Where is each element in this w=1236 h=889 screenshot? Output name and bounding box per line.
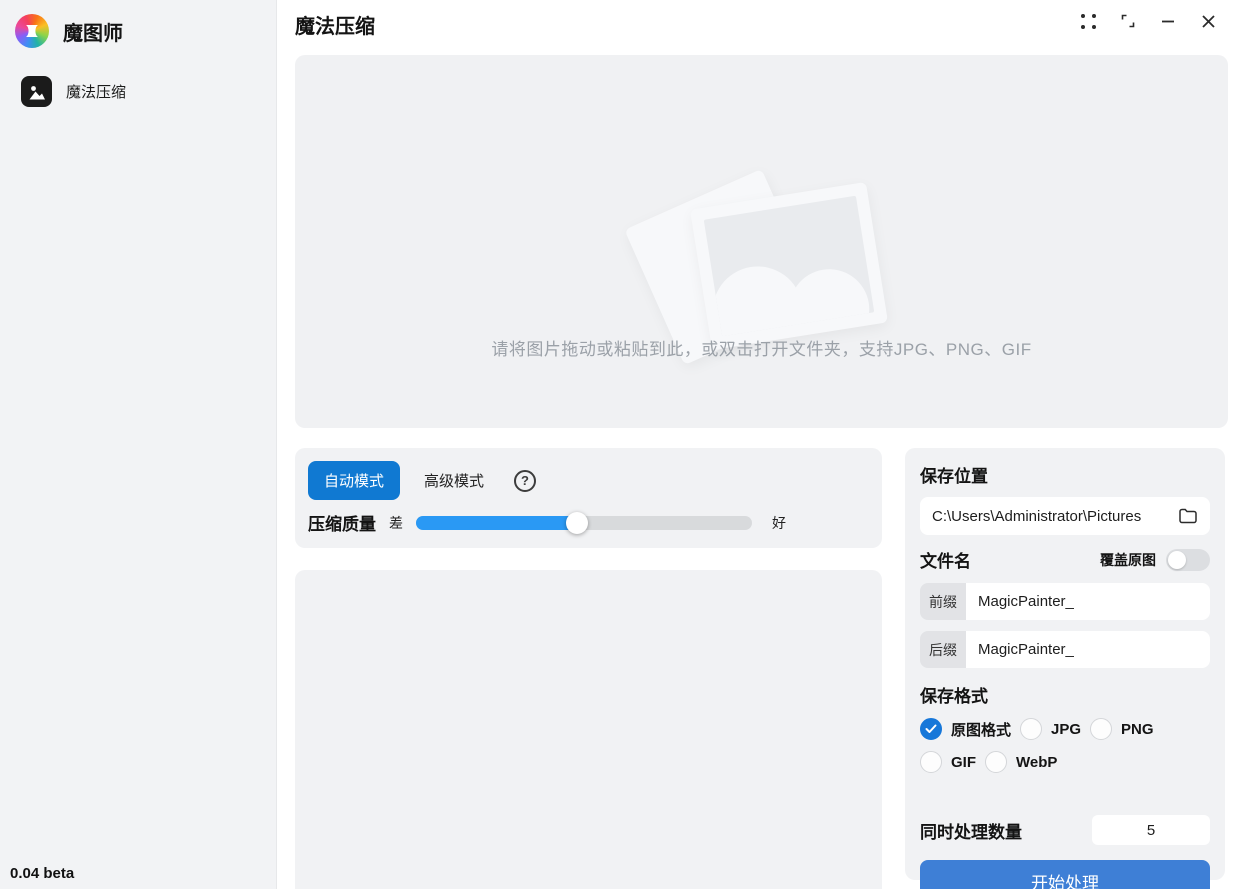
filename-heading: 文件名 xyxy=(920,547,971,572)
file-list-panel xyxy=(295,570,882,889)
save-settings-panel: 保存位置 C:\Users\Administrator\Pictures 文件名… xyxy=(905,448,1225,880)
sidebar-item-label: 魔法压缩 xyxy=(66,81,126,102)
minimize-icon[interactable] xyxy=(1148,6,1188,36)
close-icon[interactable] xyxy=(1188,6,1228,36)
concurrency-input[interactable] xyxy=(1092,815,1210,845)
quality-slider-fill xyxy=(416,516,577,530)
quality-slider-thumb[interactable] xyxy=(566,512,588,534)
maximize-icon[interactable] xyxy=(1108,6,1148,36)
save-location-input[interactable]: C:\Users\Administrator\Pictures xyxy=(920,497,1210,535)
suffix-input[interactable] xyxy=(966,631,1210,668)
sidebar-item-magic-compress[interactable]: 魔法压缩 xyxy=(21,76,266,107)
radio-icon xyxy=(1020,718,1042,740)
compression-settings-card: 自动模式 高级模式 ? 压缩质量 差 好 xyxy=(295,448,882,548)
image-icon xyxy=(21,76,52,107)
tab-advanced-mode[interactable]: 高级模式 xyxy=(408,461,500,500)
drag-dots-icon[interactable] xyxy=(1068,6,1108,36)
radio-icon xyxy=(1090,718,1112,740)
format-option-gif[interactable]: GIF xyxy=(920,751,976,773)
version-label: 0.04 beta xyxy=(10,865,74,882)
quality-slider[interactable] xyxy=(416,516,752,530)
save-location-value: C:\Users\Administrator\Pictures xyxy=(932,508,1178,525)
page-title: 魔法压缩 xyxy=(295,10,375,39)
dropzone-hint: 请将图片拖动或粘贴到此，或双击打开文件夹，支持JPG、PNG、GIF xyxy=(295,335,1228,360)
window-controls xyxy=(1068,6,1228,36)
prefix-field: 前缀 xyxy=(920,583,1210,620)
prefix-label: 前缀 xyxy=(920,583,966,620)
folder-icon xyxy=(1178,507,1198,525)
drag-dots-glyph xyxy=(1081,14,1096,29)
toggle-knob xyxy=(1168,551,1186,569)
quality-label: 压缩质量 xyxy=(308,510,376,535)
sidebar: 魔图师 魔法压缩 0.04 beta xyxy=(0,0,277,889)
save-format-heading: 保存格式 xyxy=(920,682,1210,707)
format-option-webp[interactable]: WebP xyxy=(985,751,1057,773)
browse-folder-button[interactable] xyxy=(1178,507,1198,525)
radio-checked-icon xyxy=(920,718,942,740)
suffix-field: 后缀 xyxy=(920,631,1210,668)
overwrite-original-label: 覆盖原图 xyxy=(1100,550,1156,570)
app-logo-icon xyxy=(15,14,49,48)
suffix-label: 后缀 xyxy=(920,631,966,668)
overwrite-toggle[interactable] xyxy=(1166,549,1210,571)
app-logo-row: 魔图师 xyxy=(0,0,276,48)
quality-min-label: 差 xyxy=(389,513,403,533)
format-option-jpg[interactable]: JPG xyxy=(1020,718,1081,740)
start-processing-button[interactable]: 开始处理 xyxy=(920,860,1210,889)
radio-icon xyxy=(920,751,942,773)
quality-max-label: 好 xyxy=(772,513,786,533)
prefix-input[interactable] xyxy=(966,583,1210,620)
app-name: 魔图师 xyxy=(63,17,123,46)
maximize-glyph xyxy=(1120,13,1136,29)
help-icon[interactable]: ? xyxy=(514,470,536,492)
close-glyph xyxy=(1200,13,1217,30)
format-option-original[interactable]: 原图格式 xyxy=(920,718,1011,740)
radio-icon xyxy=(985,751,1007,773)
concurrency-label: 同时处理数量 xyxy=(920,818,1022,843)
format-option-png[interactable]: PNG xyxy=(1090,718,1154,740)
image-dropzone[interactable]: 请将图片拖动或粘贴到此，或双击打开文件夹，支持JPG、PNG、GIF xyxy=(295,55,1228,428)
minimize-glyph xyxy=(1160,13,1176,29)
tab-auto-mode[interactable]: 自动模式 xyxy=(308,461,400,500)
save-location-heading: 保存位置 xyxy=(920,462,1210,487)
